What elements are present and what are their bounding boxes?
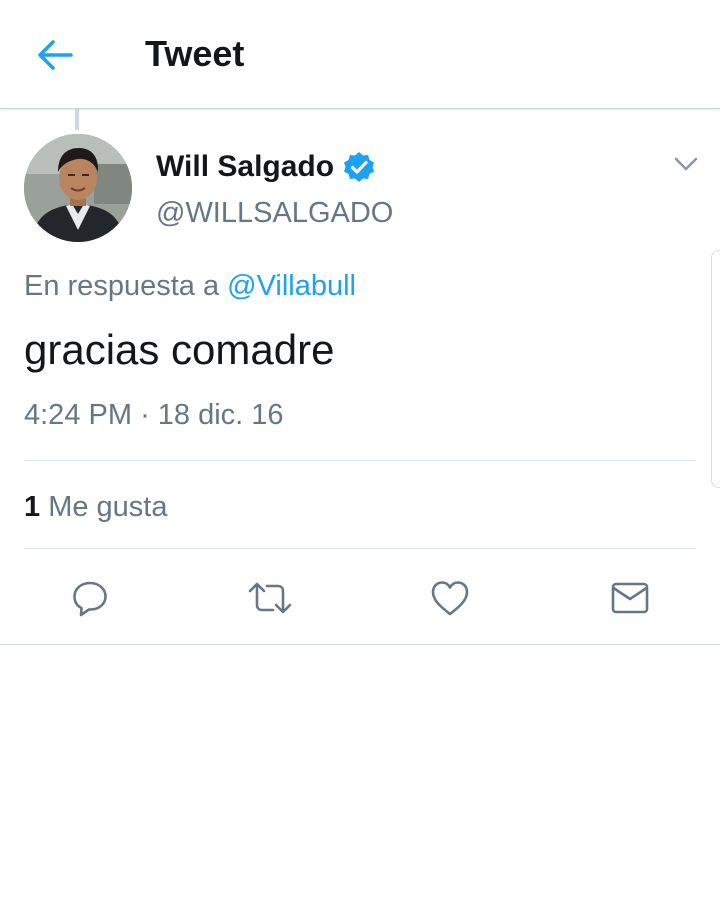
chevron-down-icon (674, 157, 698, 171)
like-button[interactable] (426, 574, 474, 622)
heart-icon (431, 581, 469, 616)
tweet-text: gracias comadre (24, 326, 335, 373)
meta-separator: · (140, 399, 150, 431)
retweet-icon (248, 582, 292, 614)
tweet-time: 4:24 PM (24, 399, 132, 431)
reply-prefix: En respuesta a (24, 270, 220, 302)
tweet-detail-screen: Tweet Will Salgado @WILLSALGADO En respu… (0, 0, 720, 916)
likes-label: Me gusta (48, 491, 168, 523)
conversation-thread-line (75, 108, 79, 130)
reply-context: En respuesta a @Villabull (24, 268, 356, 304)
verified-badge-icon (342, 150, 376, 184)
reply-button[interactable] (66, 574, 114, 622)
tweet-date: 18 dic. 16 (157, 399, 284, 431)
author-display-name: Will Salgado (156, 150, 335, 183)
edge-scroll-handle[interactable] (711, 250, 720, 488)
author-handle[interactable]: @WILLSALGADO (156, 195, 393, 231)
likes-stat[interactable]: 1 Me gusta (24, 489, 168, 525)
tweet-timestamp: 4:24 PM · 18 dic. 16 (24, 397, 284, 433)
avatar-photo (24, 134, 132, 242)
back-arrow-icon (38, 40, 73, 70)
reply-to-handle-link[interactable]: @Villabull (227, 270, 356, 302)
envelope-icon (611, 582, 649, 614)
avatar[interactable] (24, 134, 132, 242)
top-app-bar: Tweet (0, 0, 720, 109)
divider (0, 644, 720, 645)
divider (24, 460, 696, 461)
back-button[interactable] (30, 30, 80, 80)
direct-message-button[interactable] (606, 574, 654, 622)
author-name-row[interactable]: Will Salgado (156, 149, 376, 185)
likes-count: 1 (24, 491, 41, 523)
reply-icon (73, 581, 107, 617)
retweet-button[interactable] (246, 574, 294, 622)
page-title: Tweet (145, 33, 245, 74)
more-options-button[interactable] (670, 150, 702, 178)
divider (24, 548, 696, 549)
